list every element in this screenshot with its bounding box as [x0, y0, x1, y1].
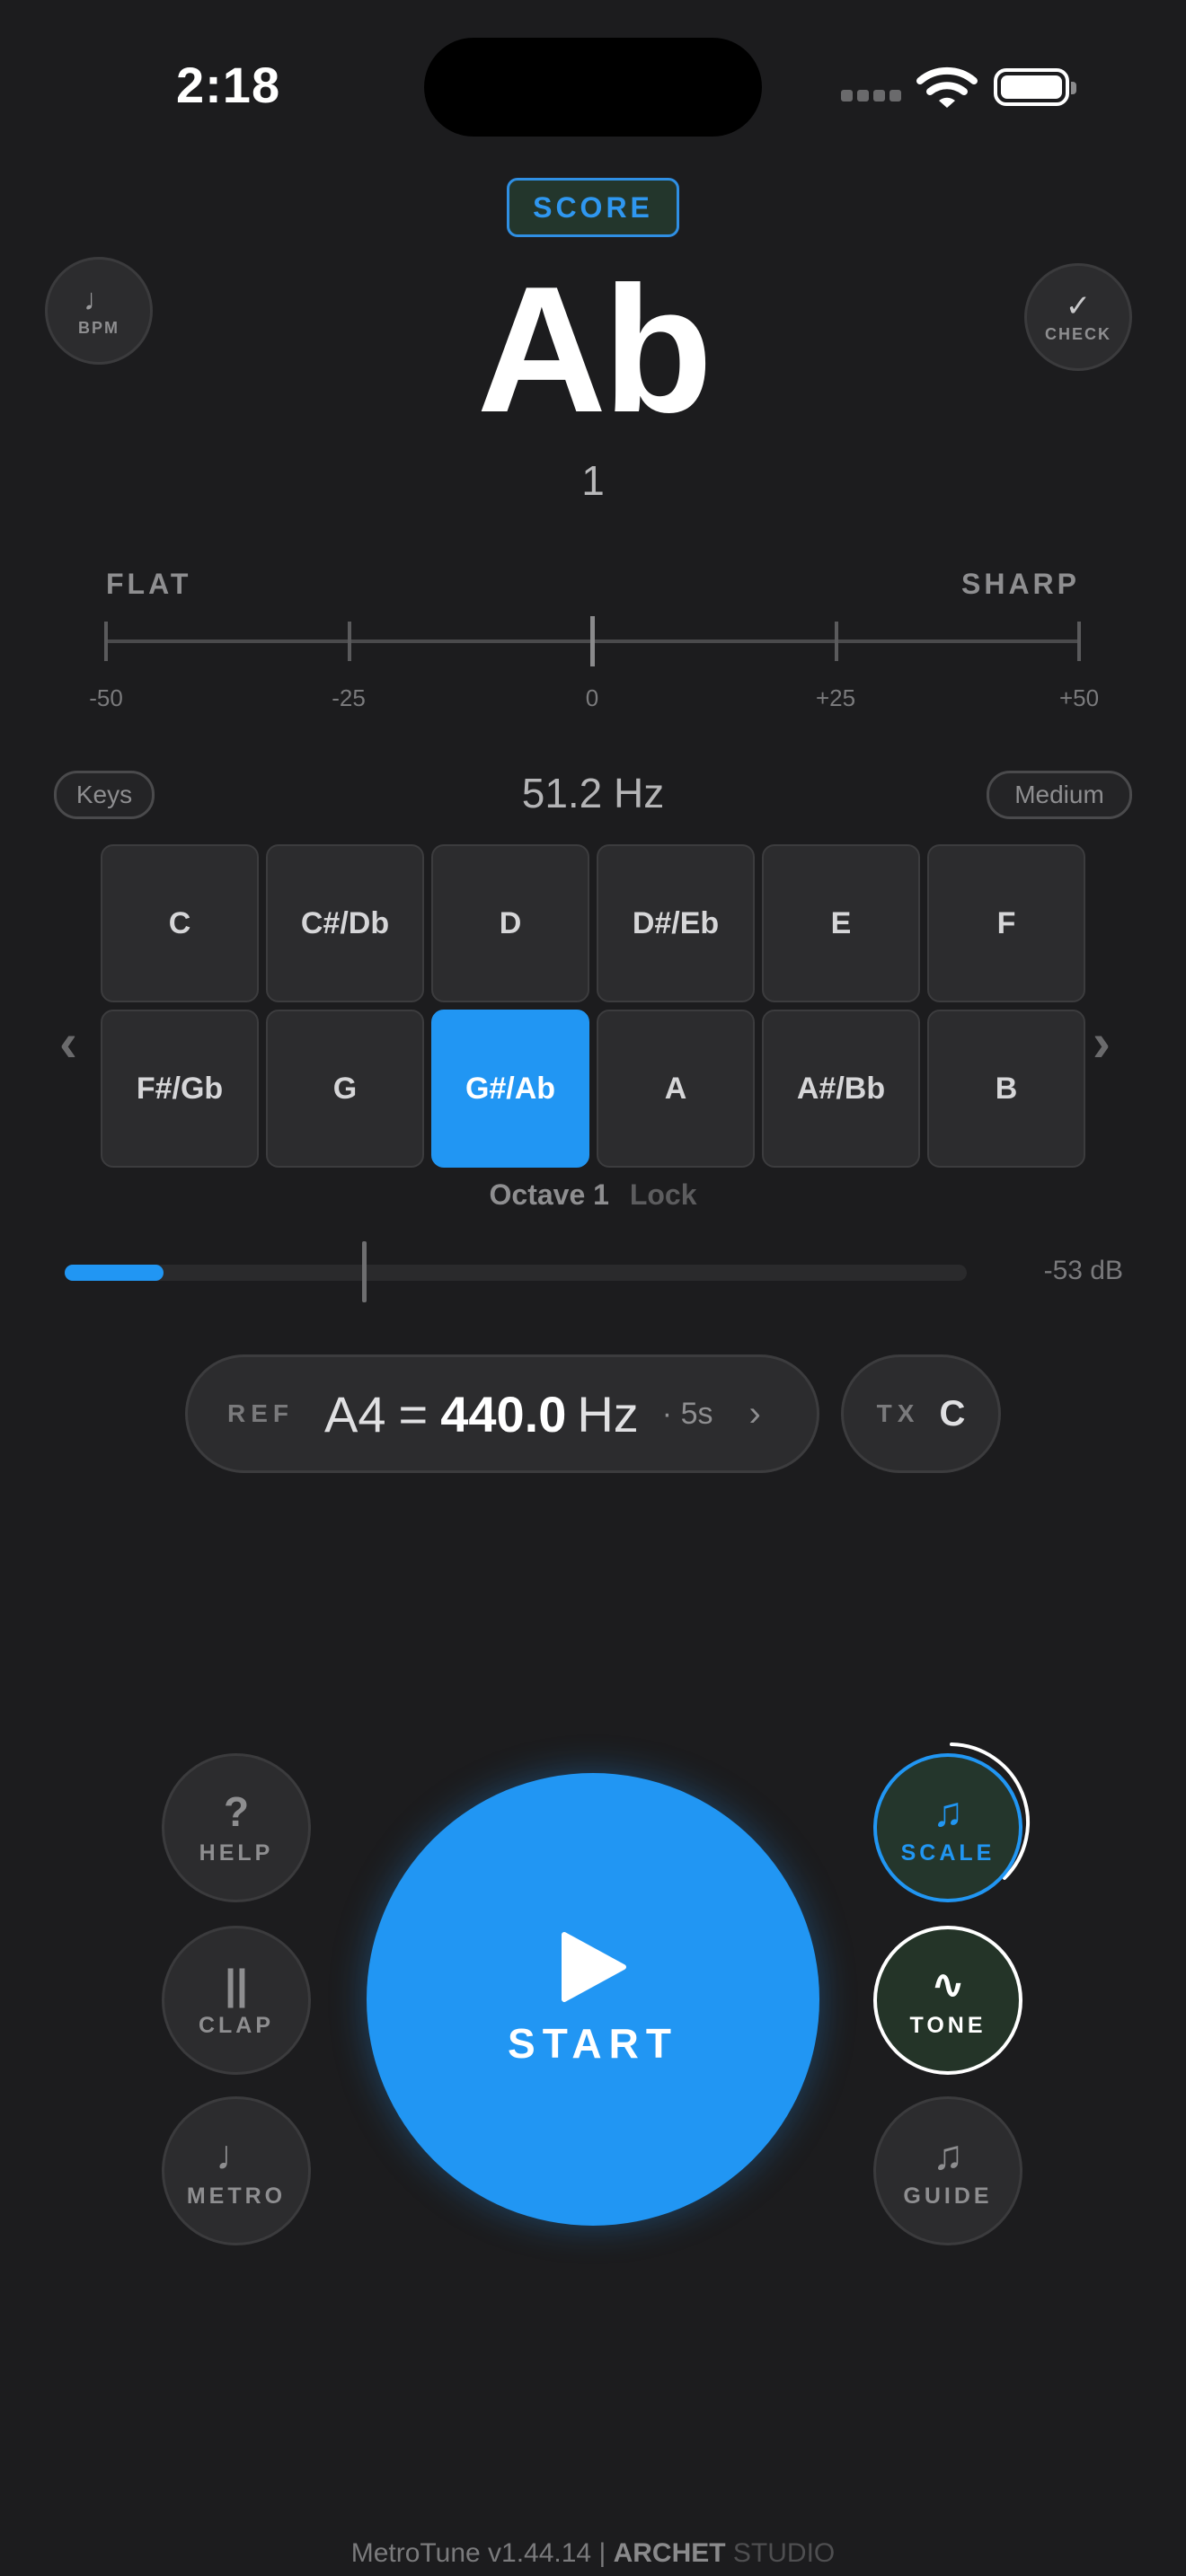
- tx-label: TX: [876, 1399, 920, 1427]
- key-button[interactable]: C#/Db: [266, 844, 424, 1002]
- ref-equals: =: [398, 1385, 429, 1442]
- check-button[interactable]: ✓ CHECK: [1024, 263, 1132, 371]
- reference-pitch-button[interactable]: REF A4 = 440.0 Hz · 5s ›: [185, 1354, 819, 1473]
- help-label: HELP: [199, 1839, 274, 1866]
- footer-brand: ARCHET: [613, 2538, 726, 2568]
- clap-icon: ||: [225, 1960, 248, 2007]
- detected-octave: 1: [581, 457, 605, 504]
- prev-octave-arrow[interactable]: ‹: [59, 1011, 77, 1073]
- difficulty-toggle[interactable]: Medium: [987, 771, 1132, 819]
- meter-tick-center: [590, 616, 595, 666]
- key-button[interactable]: A: [597, 1010, 755, 1168]
- footer-app: MetroTune v1.44.14 |: [350, 2538, 614, 2568]
- sharp-label: SHARP: [960, 568, 1080, 600]
- meter-tick-label: 0: [585, 684, 599, 711]
- next-octave-arrow[interactable]: ›: [1093, 1011, 1111, 1073]
- help-button[interactable]: ? HELP: [162, 1753, 311, 1902]
- quarter-note-icon: ♩: [216, 2130, 257, 2178]
- key-button[interactable]: D#/Eb: [597, 844, 755, 1002]
- frequency-readout: 51.2 Hz: [521, 770, 665, 816]
- detected-note: Ab: [476, 250, 713, 450]
- guide-label: GUIDE: [903, 2183, 993, 2209]
- tone-button[interactable]: ∿ TONE: [873, 1926, 1022, 2075]
- input-level-track: [65, 1265, 967, 1281]
- meter-tick-label: +50: [1058, 684, 1100, 711]
- key-button[interactable]: E: [762, 844, 920, 1002]
- key-grid: C C#/Db D D#/Eb E F F#/Gb G G#/Ab A A#/Bb B: [101, 844, 1085, 1168]
- key-button[interactable]: F: [927, 844, 1085, 1002]
- key-button[interactable]: D: [431, 844, 589, 1002]
- ref-duration: · 5s: [661, 1396, 713, 1431]
- transpose-button[interactable]: TX C: [841, 1354, 1001, 1473]
- bpm-button[interactable]: ♩ BPM: [45, 257, 153, 365]
- tx-value: C: [939, 1393, 966, 1434]
- key-button[interactable]: G#/Ab: [431, 1010, 589, 1168]
- key-button[interactable]: B: [927, 1010, 1085, 1168]
- ref-note: A4: [324, 1385, 386, 1442]
- status-time: 2:18: [176, 57, 281, 113]
- quarter-note-icon: ♩: [84, 282, 114, 317]
- score-badge[interactable]: SCORE: [507, 178, 679, 237]
- footer-version: MetroTune v1.44.14 | ARCHET STUDIO: [0, 2538, 1186, 2569]
- octave-selector: Octave 1 Lock: [395, 1178, 791, 1212]
- meter-tick-label: +25: [815, 684, 856, 711]
- key-button[interactable]: C: [101, 844, 259, 1002]
- input-level-db: -53 dB: [1043, 1256, 1123, 1285]
- key-button[interactable]: A#/Bb: [762, 1010, 920, 1168]
- checkmark-icon: ✓: [1065, 288, 1092, 323]
- cellular-signal-icon: [841, 90, 906, 106]
- meter-tick: [1077, 622, 1081, 661]
- start-button[interactable]: START: [367, 1773, 819, 2226]
- input-level-fill: [65, 1265, 164, 1281]
- meter-tick-label: -50: [89, 684, 123, 711]
- play-icon: [562, 1932, 626, 2002]
- metronome-button[interactable]: ♩ METRO: [162, 2096, 311, 2245]
- ref-unit: Hz: [577, 1385, 639, 1442]
- input-level-threshold[interactable]: [362, 1241, 367, 1302]
- keys-toggle[interactable]: Keys: [54, 771, 155, 819]
- footer-studio: STUDIO: [725, 2538, 836, 2568]
- key-button[interactable]: F#/Gb: [101, 1010, 259, 1168]
- octave-label[interactable]: Octave 1: [490, 1178, 609, 1211]
- clap-button[interactable]: || CLAP: [162, 1926, 311, 2075]
- chevron-right-icon: ›: [748, 1393, 761, 1434]
- scale-button[interactable]: ♫ SCALE: [873, 1753, 1022, 1902]
- dynamic-island: [424, 38, 762, 137]
- flat-label: FLAT: [106, 568, 192, 600]
- meter-tick: [104, 622, 108, 661]
- metro-label: METRO: [186, 2183, 287, 2209]
- meter-tick-label: -25: [332, 684, 366, 711]
- lock-toggle[interactable]: Lock: [630, 1178, 697, 1211]
- meter-tick: [835, 622, 838, 661]
- music-notes-icon: ♫: [932, 1787, 964, 1835]
- check-label: CHECK: [1044, 324, 1111, 343]
- clap-label: CLAP: [198, 2012, 275, 2038]
- meter-tick: [348, 622, 351, 661]
- sine-wave-icon: ∿: [930, 1960, 966, 2007]
- guide-button[interactable]: ♫ GUIDE: [873, 2096, 1022, 2245]
- ref-label: REF: [227, 1399, 294, 1427]
- wifi-icon: [916, 65, 978, 116]
- bpm-label: BPM: [78, 318, 119, 337]
- question-icon: ?: [223, 1787, 250, 1835]
- ref-frequency: 440.0: [440, 1385, 567, 1442]
- scale-label: SCALE: [900, 1839, 996, 1866]
- music-notes-icon: ♫: [932, 2130, 964, 2178]
- tone-label: TONE: [909, 2012, 987, 2038]
- battery-icon: [994, 68, 1076, 106]
- key-button[interactable]: G: [266, 1010, 424, 1168]
- start-label: START: [508, 2020, 678, 2067]
